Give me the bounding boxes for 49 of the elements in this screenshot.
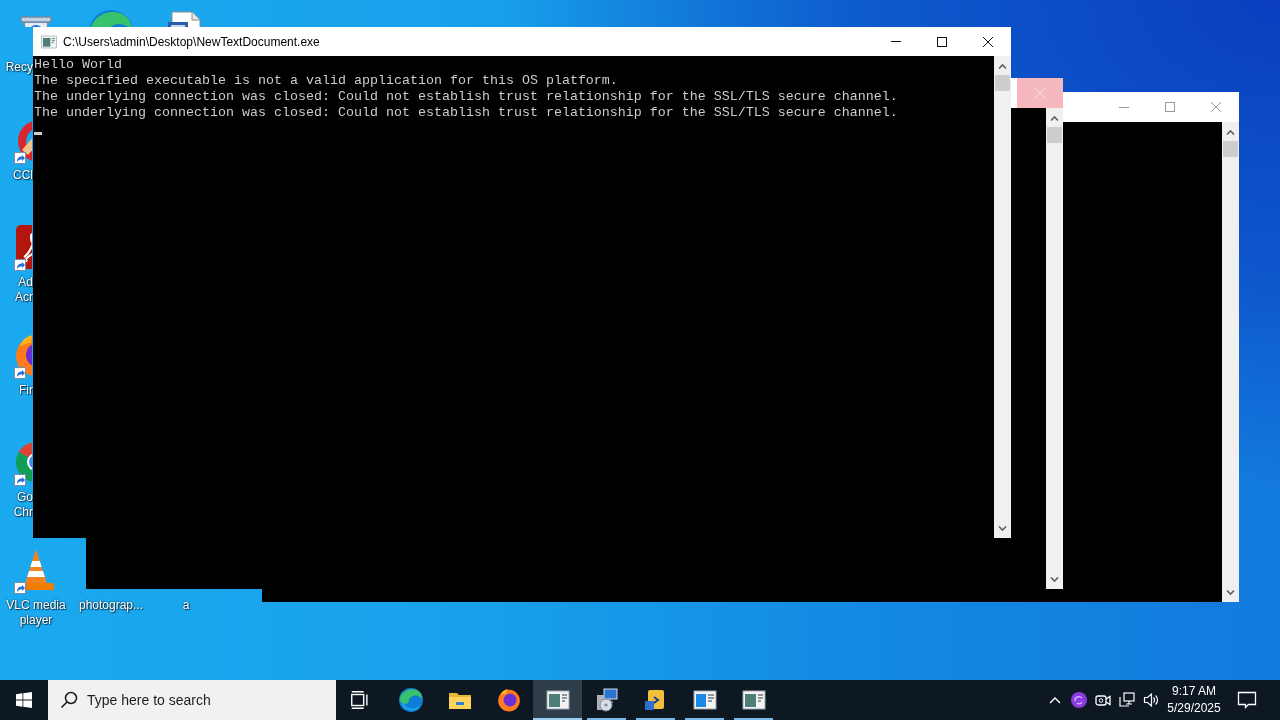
- close-icon: [1211, 102, 1221, 112]
- computer-disc-icon: [594, 688, 619, 712]
- minimize-icon: [891, 41, 901, 42]
- icon-label[interactable]: CCl: [13, 168, 33, 183]
- app-window-icon: [741, 688, 766, 712]
- icon-label[interactable]: a: [182, 598, 190, 613]
- scrollbar-thumb[interactable]: [995, 75, 1010, 91]
- flame-icon: [495, 687, 522, 713]
- window-icon: [692, 688, 717, 712]
- network-icon[interactable]: [1119, 692, 1135, 708]
- speaker-icon[interactable]: [1143, 692, 1159, 708]
- app-window-icon: [545, 688, 570, 712]
- icon-label[interactable]: photograp...: [78, 598, 144, 613]
- task-view-icon: [349, 689, 371, 711]
- swirl-icon: [397, 687, 424, 713]
- console-line: The underlying connection was closed: Could not establish trust relationship for the SSL/TLS secure channel.: [34, 89, 898, 105]
- icon-label[interactable]: VLC media player: [6, 598, 66, 628]
- app-window-icon: [41, 33, 57, 50]
- console-line: Hello World: [34, 57, 122, 73]
- search-bar[interactable]: Type here to search: [48, 680, 336, 720]
- chevron-down-icon[interactable]: [1226, 589, 1235, 596]
- icon-label[interactable]: Ad Acr: [15, 275, 33, 305]
- clock-button[interactable]: 9:17 AM 5/29/2025: [1164, 683, 1224, 717]
- console-line: The specified executable is not a valid application for this OS platform.: [34, 73, 618, 89]
- search-input[interactable]: Type here to search: [87, 692, 227, 708]
- window-title: C:\Users\admin\Desktop\NewTextDocument.exe: [63, 34, 320, 49]
- maximize-icon: [1165, 102, 1175, 112]
- windows-logo-icon: [16, 692, 32, 708]
- icon-label[interactable]: Fir: [19, 383, 33, 398]
- scrollbar[interactable]: [994, 56, 1011, 538]
- scrollbar[interactable]: [1046, 108, 1063, 589]
- scrollbar[interactable]: [1222, 122, 1239, 602]
- close-icon: [983, 36, 993, 47]
- chevron-down-icon[interactable]: [1050, 576, 1059, 583]
- maximize-icon: [937, 36, 947, 47]
- close-icon: [1035, 88, 1045, 98]
- scrollbar-thumb[interactable]: [1047, 127, 1062, 143]
- camera-icon[interactable]: [1095, 692, 1111, 708]
- console-line: The underlying connection was closed: Could not establish trust relationship for the SSL/TLS secure channel.: [34, 105, 898, 121]
- minimize-icon: [1119, 106, 1129, 108]
- notification-icon[interactable]: [1237, 691, 1257, 709]
- taskbar-button[interactable]: [533, 680, 582, 720]
- search-icon: [60, 691, 78, 709]
- icon-label[interactable]: Go Chr: [13, 490, 33, 520]
- tile-icon[interactable]: [12, 223, 32, 271]
- chevron-down-icon[interactable]: [998, 525, 1007, 532]
- orb-icon[interactable]: [1071, 692, 1087, 708]
- icon-label[interactable]: Recy: [5, 60, 33, 75]
- scrollbar-thumb[interactable]: [1223, 141, 1238, 157]
